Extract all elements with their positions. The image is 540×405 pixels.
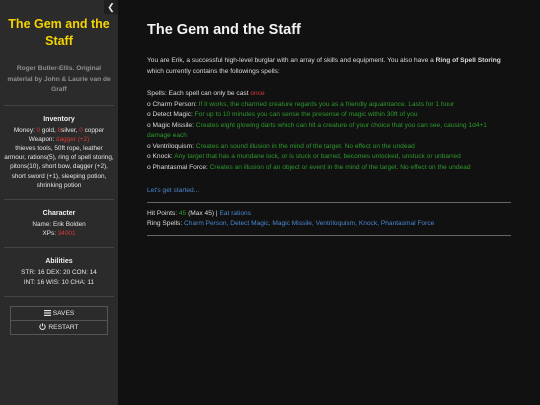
spells-note: Spells: Each spell can only be cast once [147,89,511,100]
ring-spells-label: Ring Spells: [147,220,185,228]
xps-label: XPs: [42,230,58,238]
page-title: The Gem and the Staff [147,22,301,38]
collapse-sidebar-button[interactable]: ❮ [104,0,118,14]
restart-label: RESTART [48,323,79,331]
sidebar-divider [4,198,114,200]
spell-item: o Magic Missile: Creates eight glowing d… [147,121,511,142]
spell-description: Creates an illusion of an object or even… [209,163,471,171]
weapon-value: dagger (+2) [56,135,90,143]
ring-name: Ring of Spell Storing [435,57,501,64]
weapon-line: Weapon: dagger (+2) [4,135,114,144]
intro-paragraph: You are Erik, a successful high-level bu… [147,56,511,77]
saves-label: SAVES [52,309,75,317]
inventory-items: thieves tools, 50ft rope, leather armour… [4,144,114,189]
restart-button[interactable]: RESTART [10,320,108,335]
sidebar-divider [4,247,114,249]
character-section: Character Name: Erik Bolden XPs: 34001 [0,209,118,238]
abilities-line-2: INT: 16 WIS: 10 CHA: 11 [23,278,95,286]
intro-text-b: which currently contains the followings … [147,67,280,75]
spell-description: Creates an sound illusion in the mind of… [195,142,415,150]
spells-list: Spells: Each spell can only be cast once… [147,89,511,173]
spell-name: o Ventriloquism: [147,142,196,150]
spell-name: o Detect Magic: [147,111,195,118]
save-list-icon [43,309,51,316]
copper-label: copper [82,126,105,134]
sidebar-buttons: SAVES RESTART [10,305,108,335]
spell-description: Any target that has a mundane lock, or i… [174,153,461,160]
spell-description: For up to 10 minutes you can sense the p… [194,111,418,118]
xps-value: 34001 [57,230,76,238]
spell-item: o Phantasmal Force: Creates an illusion … [147,163,511,174]
eat-rations-link[interactable]: Eat rations [219,210,251,217]
hit-points-line: Hit Points: 45 (Max 45) | Eat rations [147,209,511,220]
xps-line: XPs: 34001 [4,229,114,238]
status-divider [147,235,511,237]
name-value: Erik Bolden [52,220,86,228]
chevron-left-icon: ❮ [107,2,115,12]
character-heading: Character [42,209,76,217]
silver-label: silver, [61,126,80,134]
money-line: Money: 0 gold, 8silver, 0 copper [4,126,114,135]
spell-item: o Charm Person: If it works, the charmed… [147,100,511,111]
power-icon [39,323,47,330]
story-byline: Roger Butler-Ellis. Original material by… [7,65,111,93]
money-label: Money: [13,126,35,134]
sidebar-divider [4,104,114,106]
sidebar: ❮ The Gem and the Staff Roger Butler-Ell… [0,0,118,405]
spell-name: o Magic Missile: [147,121,196,129]
spell-item: o Ventriloquism: Creates an sound illusi… [147,142,511,153]
main-content: The Gem and the Staff You are Erik, a su… [118,0,540,405]
inventory-section: Inventory Money: 0 gold, 8silver, 0 copp… [0,115,118,190]
spell-description: Creates eight glowing darts which can hi… [147,121,487,140]
status-bar: Hit Points: 45 (Max 45) | Eat rations Ri… [147,209,511,231]
hp-label: Hit Points: [147,209,179,217]
weapon-label: Weapon: [28,135,57,143]
spell-item: o Detect Magic: For up to 10 minutes you… [147,110,511,121]
spell-name: o Knock: [147,153,175,160]
start-link[interactable]: Let's get started... [147,186,511,197]
spells-note-text: Spells: Each spell can only be cast [147,90,251,97]
saves-button[interactable]: SAVES [10,305,108,321]
spell-name: o Phantasmal Force: [147,163,210,171]
abilities-section: Abilities STR: 16 DEX: 20 CON: 14 INT: 1… [0,257,118,286]
sidebar-divider [4,295,114,297]
story-title: The Gem and the Staff [8,17,110,48]
intro-text-a: You are Erik, a successful high-level bu… [147,57,436,64]
abilities-line-1: STR: 16 DEX: 20 CON: 14 [21,269,97,277]
abilities-heading: Abilities [45,258,73,266]
hp-max: (Max 45) | [186,209,220,217]
ring-spells-value: Charm Person, Detect Magic, Magic Missil… [184,220,435,228]
name-label: Name: [32,220,53,228]
status-divider [147,201,511,203]
inventory-heading: Inventory [43,115,75,123]
spell-description: If it works, the charmed creature regard… [198,100,455,108]
spells-note-once: once [250,90,265,97]
ring-spells-line: Ring Spells: Charm Person, Detect Magic,… [147,219,511,230]
spell-name: o Charm Person: [147,100,199,108]
spell-item: o Knock: Any target that has a mundane l… [147,152,511,163]
name-line: Name: Erik Bolden [4,220,114,229]
gold-label: gold, [40,126,58,134]
